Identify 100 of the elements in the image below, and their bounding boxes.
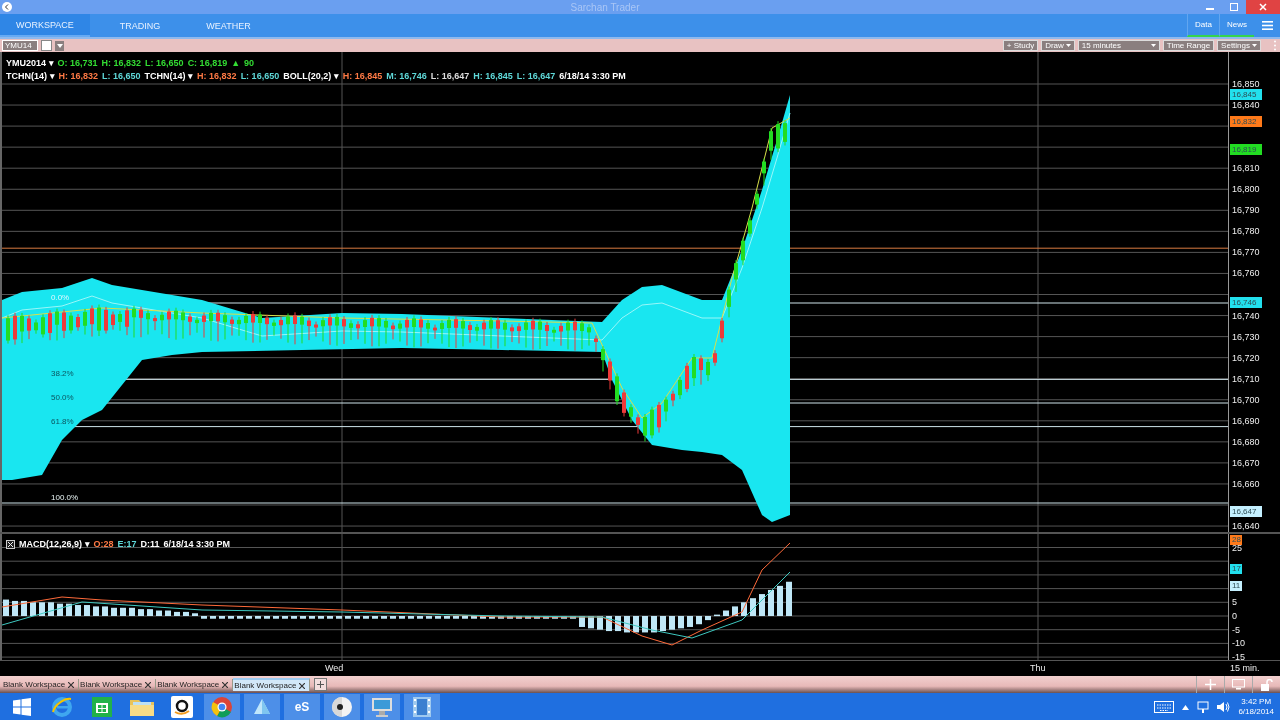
network-icon[interactable] [1197,701,1210,713]
legend-text: TCHN(14) ▾ [6,70,55,83]
close-icon[interactable] [68,681,75,688]
close-icon [1259,3,1267,11]
legend-text: YMU2014 ▾ [6,57,54,70]
value-tag: 17 [1230,564,1242,575]
price-tag: 16,845 [1230,89,1262,100]
interval-label: 15 min. [1229,662,1261,675]
axis-label: 16,690 [1232,415,1260,426]
price-tag: 16,819 [1230,143,1262,155]
workspace-tab[interactable]: Blank Workspace [233,678,311,691]
value-tag: 11 [1230,580,1242,591]
axis-label: 16,720 [1232,352,1260,363]
monitor-icon [1232,679,1245,690]
axis-label: 16,770 [1232,247,1260,258]
folder-icon[interactable] [129,697,155,717]
axis-label: Wed [325,663,344,673]
axis-label: 16,700 [1232,394,1260,405]
axis-label: -15 [1232,652,1245,663]
color-swatch[interactable] [41,40,52,51]
axis-label: 5 [1232,597,1237,608]
back-icon[interactable] [2,2,12,12]
disc-icon[interactable] [331,696,353,718]
nav-tab[interactable]: TRADING [103,14,177,37]
shopping-icon[interactable] [171,696,193,718]
close-button[interactable] [1246,0,1280,14]
nav-tab[interactable]: WEATHER [190,14,267,37]
legend-text: L: 16,650 [240,70,280,83]
close-icon[interactable] [299,682,306,689]
menu-button[interactable]: Settings [1217,40,1261,51]
legend-text: E:17 [117,539,137,549]
windows-logo-icon[interactable] [13,698,31,716]
legend-text: BOLL(20,2) ▾ [283,70,339,83]
legend-text: L: 16,650 [102,70,141,83]
axis-label: Thu [1030,663,1046,673]
price-tag: 16,647 [1230,505,1262,517]
toolbar-button[interactable]: + Study [1002,40,1039,51]
workspace-tab[interactable]: Blank Workspace [79,679,157,690]
legend-text: MACD(12,26,9) ▾ [19,539,90,549]
legend-text: L: 16,647 [516,70,556,83]
computer-icon[interactable] [370,696,394,718]
close-icon[interactable] [222,681,229,688]
axis-label: -5 [1232,624,1240,635]
axis-label: 16,810 [1232,163,1260,174]
legend-text: H: 16,845 [342,70,383,83]
axis-label: 0 [1232,611,1237,621]
window-title: Sarchan Trader [569,1,641,13]
legend-text: H: 16,832 [197,70,237,83]
legend-text: 6/18/14 3:30 PM [163,539,231,549]
axis-label: 16,730 [1232,331,1260,342]
axis-label: 16,710 [1232,373,1260,384]
browser-icon[interactable] [51,696,73,718]
fibonacci-label: 100.0% [51,493,79,502]
axis-label: 16,790 [1232,205,1260,216]
axis-label: -10 [1232,638,1245,649]
fibonacci-label: 0.0% [51,293,70,302]
fibonacci-label: 38.2% [51,369,74,379]
clock-date[interactable]: 6/18/2014 [1238,707,1274,717]
workspace-tab[interactable]: Blank Workspace [2,679,80,690]
menu-button[interactable]: Draw [1041,40,1075,51]
symbol-field[interactable]: YMU14 [2,40,38,51]
legend-text: 6/18/14 3:30 PM [559,70,626,83]
keyboard-icon[interactable] [1154,701,1175,713]
axis-label: 16,660 [1232,478,1260,489]
speaker-icon[interactable] [1217,701,1231,713]
clock-time[interactable]: 3:42 PM [1241,697,1272,707]
plus-icon [1205,679,1216,690]
caret-icon [1252,44,1257,47]
legend-text: H: 16,832 [58,70,99,83]
legend-text: O: 16,731 [57,57,98,70]
axis-label: 16,800 [1232,184,1260,195]
legend-text: 90 [244,57,255,70]
add-tab-icon[interactable] [314,678,328,691]
chrome-icon[interactable] [211,696,233,718]
price-tag: 16,746 [1230,297,1262,309]
caret-icon[interactable] [1182,704,1190,710]
taskbar-app[interactable]: eS [284,694,320,720]
film-icon[interactable] [412,696,432,718]
legend-text: ▲ [231,57,241,70]
nav-tab[interactable]: WORKSPACE [0,14,90,37]
close-icon[interactable] [145,681,152,688]
caret-icon [1065,44,1071,47]
toolbar-button[interactable]: Time Range [1162,40,1215,51]
legend-text: C: 16,819 [187,57,228,70]
store-icon[interactable] [92,697,112,717]
axis-label: 16,840 [1232,100,1260,111]
unlocked-icon [1260,678,1273,691]
menu-icon[interactable] [1261,21,1273,30]
axis-label: 16,680 [1232,436,1260,447]
legend-text: H: 16,832 [101,57,142,70]
legend-text: L: 16,650 [145,57,184,70]
axis-label: 16,850 [1232,79,1260,89]
axis-label: 16,670 [1232,457,1260,468]
dropdown-button[interactable] [55,40,64,51]
interval-select[interactable]: 15 minutes [1077,40,1160,51]
legend-text: M: 16,746 [386,70,427,83]
axis-label: 16,640 [1232,521,1260,532]
legend-text: O:28 [93,539,114,549]
legend-text: L: 16,647 [430,70,470,83]
fibonacci-label: 61.8% [51,416,74,426]
